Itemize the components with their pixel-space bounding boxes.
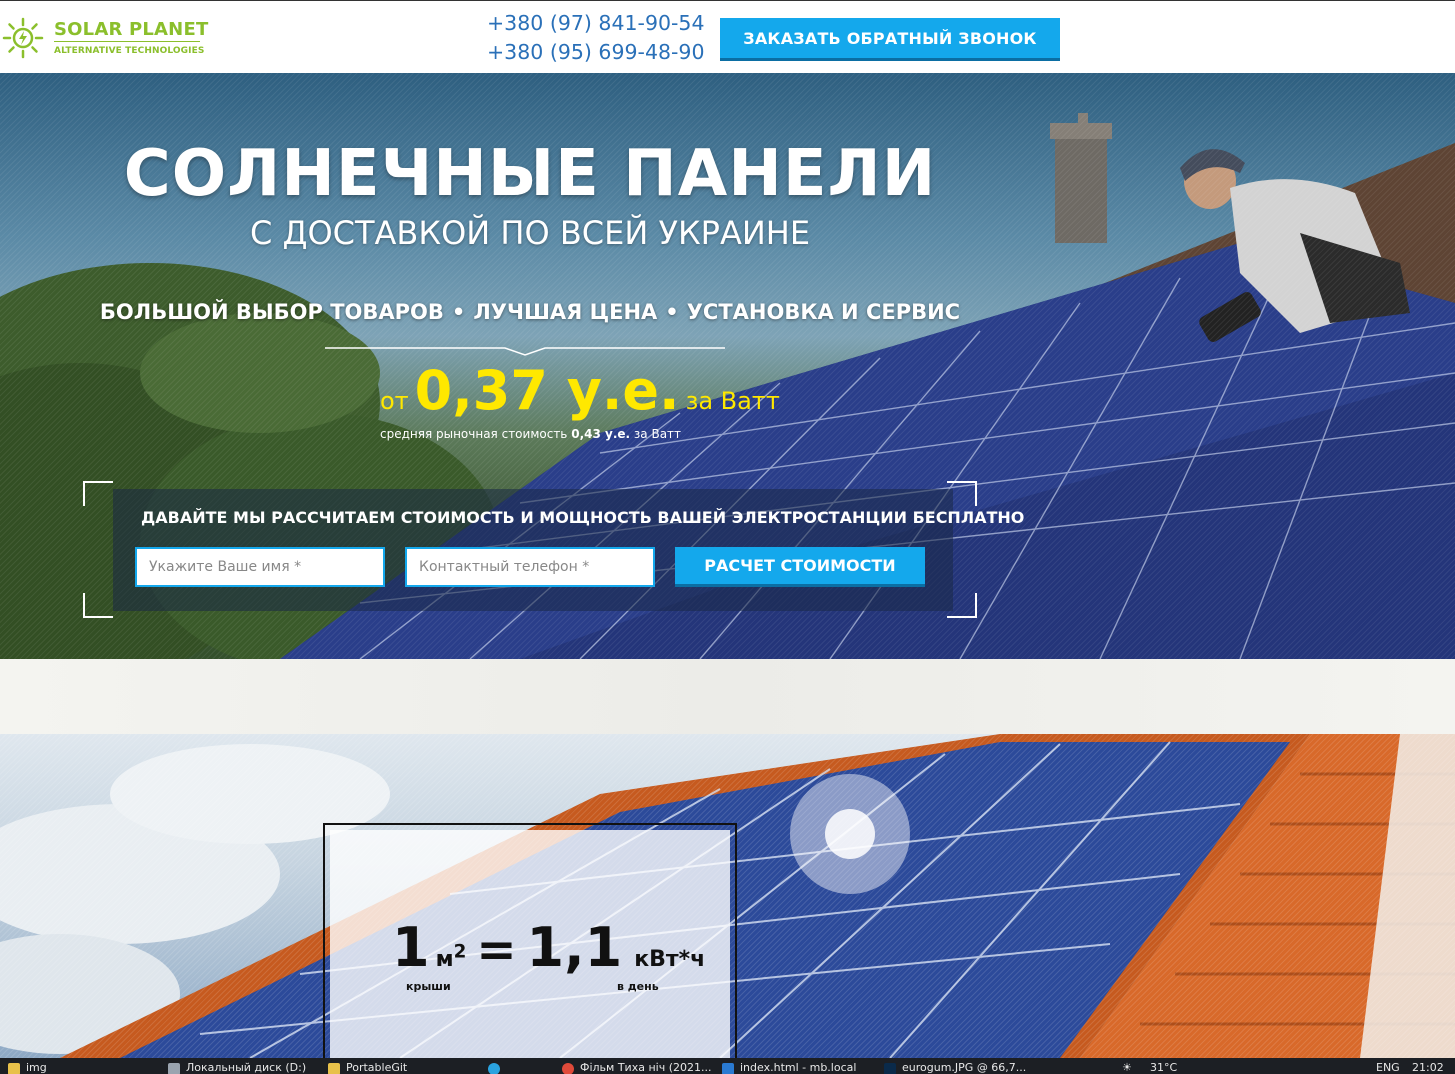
- stat-card: 1 м2 = 1,1 кВт*ч крыши в день: [330, 830, 730, 1058]
- callback-button[interactable]: ЗАКАЗАТЬ ОБРАТНЫЙ ЗВОНОК: [720, 18, 1060, 61]
- taskbar-item-photoshop[interactable]: eurogum.JPG @ 66,7...: [884, 1060, 1026, 1074]
- sun-logo-icon: [2, 17, 44, 59]
- energy-formula: 1 м2 = 1,1 кВт*ч: [392, 916, 705, 979]
- form-title: ДАВАЙТЕ МЫ РАССЧИТАЕМ СТОИМОСТЬ И МОЩНОС…: [141, 508, 1025, 527]
- corner-bracket: [947, 481, 977, 506]
- hero-section: СОЛНЕЧНЫЕ ПАНЕЛИ С ДОСТАВКОЙ ПО ВСЕЙ УКР…: [0, 73, 1455, 659]
- taskbar-item-disk[interactable]: Локальный диск (D:): [168, 1060, 306, 1074]
- price-block: от 0,37 у.е. за Ватт: [380, 359, 780, 422]
- area-unit-sup: 2: [453, 941, 467, 963]
- taskbar-item-img[interactable]: img: [8, 1060, 47, 1074]
- taskbar-item-git[interactable]: PortableGit: [328, 1060, 407, 1074]
- site-header: SOLAR PLANET ALTERNATIVE TECHNOLOGIES +3…: [0, 0, 1455, 73]
- photoshop-icon: [884, 1063, 896, 1074]
- clock[interactable]: 21:02: [1412, 1060, 1444, 1074]
- feature-item: ЛУЧШАЯ ЦЕНА: [473, 300, 658, 324]
- energy-number: 1,1: [526, 916, 623, 979]
- feature-item: УСТАНОВКА И СЕРВИС: [686, 300, 961, 324]
- logo-divider: [54, 41, 200, 42]
- energy-unit: кВт*ч: [634, 947, 706, 972]
- features-divider: [325, 347, 725, 356]
- area-number: 1: [392, 916, 430, 979]
- vscode-icon: [722, 1063, 734, 1074]
- folder-icon: [8, 1063, 20, 1074]
- drive-icon: [168, 1063, 180, 1074]
- phone-link-1[interactable]: +380 (97) 841-90-54: [487, 9, 705, 38]
- price-value: 0,37 у.е.: [414, 359, 680, 422]
- area-caption: крыши: [406, 980, 451, 993]
- feature-separator: •: [665, 300, 679, 324]
- section-gap: [0, 659, 1455, 734]
- price-note: средняя рыночная стоимость 0,43 у.е. за …: [380, 427, 681, 441]
- calculation-form: ДАВАЙТЕ МЫ РАССЧИТАЕМ СТОИМОСТЬ И МОЩНОС…: [83, 481, 1024, 618]
- logo-subtitle: ALTERNATIVE TECHNOLOGIES: [54, 46, 205, 56]
- telegram-icon: [488, 1063, 500, 1074]
- corner-bracket: [947, 593, 977, 618]
- language-indicator[interactable]: ENG: [1376, 1060, 1400, 1074]
- price-prefix: от: [380, 387, 409, 415]
- weather-icon[interactable]: ☀: [1122, 1060, 1132, 1074]
- taskbar-item-telegram[interactable]: [488, 1060, 506, 1074]
- energy-caption: в день: [617, 980, 659, 993]
- price-note-prefix: средняя рыночная стоимость: [380, 427, 568, 441]
- equals-sign: =: [476, 922, 517, 978]
- chrome-icon: [562, 1063, 574, 1074]
- hero-subtitle: С ДОСТАВКОЙ ПО ВСЕЙ УКРАИНЕ: [249, 214, 811, 252]
- feature-item: БОЛЬШОЙ ВЫБОР ТОВАРОВ: [99, 300, 444, 324]
- os-taskbar: img Локальный диск (D:) PortableGit Філь…: [0, 1058, 1455, 1074]
- phone-input[interactable]: [405, 547, 655, 587]
- price-note-value: 0,43 у.е.: [571, 427, 631, 441]
- taskbar-item-editor[interactable]: index.html - mb.local: [722, 1060, 856, 1074]
- corner-bracket: [83, 481, 113, 506]
- taskbar-item-browser[interactable]: Фільм Тиха ніч (2021...: [562, 1060, 711, 1074]
- area-unit: м2: [435, 941, 467, 972]
- price-note-suffix: за Ватт: [633, 427, 682, 441]
- corner-bracket: [83, 593, 113, 618]
- feature-list: БОЛЬШОЙ ВЫБОР ТОВАРОВ • ЛУЧШАЯ ЦЕНА • УСТАНО…: [0, 300, 1060, 324]
- efficiency-section: 1 м2 = 1,1 кВт*ч крыши в день: [0, 734, 1455, 1058]
- price-suffix: за Ватт: [685, 387, 780, 415]
- name-input[interactable]: [135, 547, 385, 587]
- weather-temp[interactable]: 31°C: [1150, 1060, 1177, 1074]
- calculate-button[interactable]: РАСЧЕТ СТОИМОСТИ: [675, 547, 925, 587]
- hero-title: СОЛНЕЧНЫЕ ПАНЕЛИ: [123, 137, 937, 211]
- logo[interactable]: SOLAR PLANET ALTERNATIVE TECHNOLOGIES: [2, 17, 212, 61]
- phone-list: +380 (97) 841-90-54 +380 (95) 699-48-90: [487, 9, 705, 67]
- phone-link-2[interactable]: +380 (95) 699-48-90: [487, 38, 705, 67]
- folder-icon: [328, 1063, 340, 1074]
- logo-title: SOLAR PLANET: [54, 19, 209, 40]
- feature-separator: •: [451, 300, 466, 324]
